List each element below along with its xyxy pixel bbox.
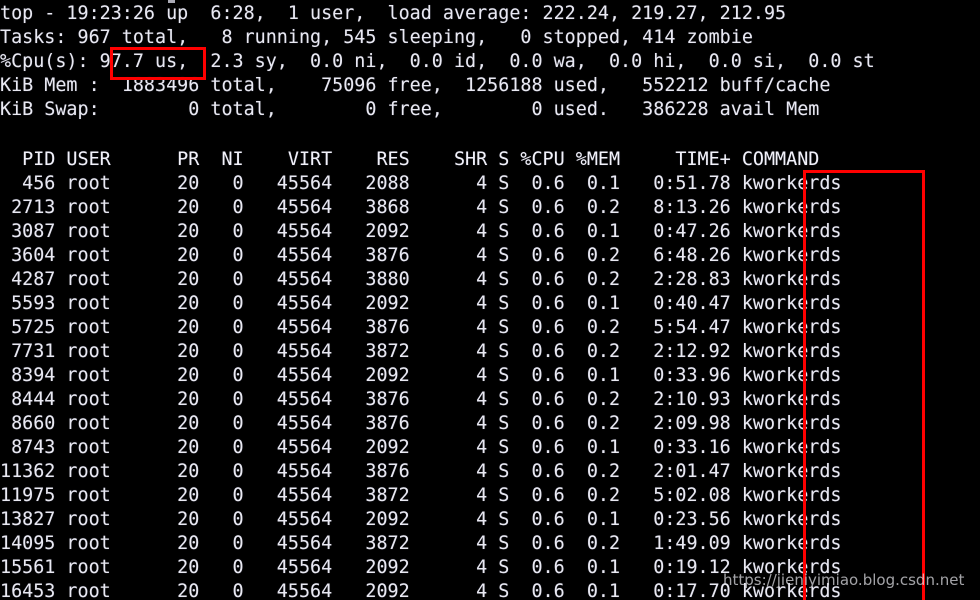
table-row[interactable]: 3087 root 20 0 45564 2092 4 S 0.6 0.1 0:… bbox=[0, 220, 980, 244]
table-row[interactable]: 8743 root 20 0 45564 2092 4 S 0.6 0.1 0:… bbox=[0, 436, 980, 460]
table-row[interactable]: 15561 root 20 0 45564 2092 4 S 0.6 0.1 0… bbox=[0, 556, 980, 580]
table-row[interactable]: 8444 root 20 0 45564 3876 4 S 0.6 0.2 2:… bbox=[0, 388, 980, 412]
top-mem-line: KiB Mem : 1883496 total, 75096 free, 125… bbox=[0, 75, 831, 96]
table-row[interactable]: 11975 root 20 0 45564 3872 4 S 0.6 0.2 5… bbox=[0, 484, 980, 508]
table-row[interactable]: 11362 root 20 0 45564 3876 4 S 0.6 0.2 2… bbox=[0, 460, 980, 484]
table-row[interactable]: 14095 root 20 0 45564 3872 4 S 0.6 0.2 1… bbox=[0, 532, 980, 556]
top-blank-line bbox=[0, 122, 980, 146]
table-row[interactable]: 5725 root 20 0 45564 3876 4 S 0.6 0.2 5:… bbox=[0, 316, 980, 340]
process-table-header: PID USER PR NI VIRT RES SHR S %CPU %MEM … bbox=[0, 149, 820, 170]
table-row[interactable]: 2713 root 20 0 45564 3868 4 S 0.6 0.2 8:… bbox=[0, 196, 980, 220]
table-row[interactable]: 8660 root 20 0 45564 3876 4 S 0.6 0.2 2:… bbox=[0, 412, 980, 436]
top-swap-line: KiB Swap: 0 total, 0 free, 0 used. 38622… bbox=[0, 99, 820, 120]
table-row[interactable]: 3604 root 20 0 45564 3876 4 S 0.6 0.2 6:… bbox=[0, 244, 980, 268]
table-row[interactable]: 456 root 20 0 45564 2088 4 S 0.6 0.1 0:5… bbox=[0, 172, 980, 196]
terminal-window[interactable]: top - 19:23:26 up 6:28, 1 user, load ave… bbox=[0, 0, 980, 600]
top-cpu-line: %Cpu(s): 97.7 us, 2.3 sy, 0.0 ni, 0.0 id… bbox=[0, 51, 875, 72]
table-row[interactable]: 5593 root 20 0 45564 2092 4 S 0.6 0.1 0:… bbox=[0, 292, 980, 316]
top-uptime-line: top - 19:23:26 up 6:28, 1 user, load ave… bbox=[0, 3, 787, 24]
table-row[interactable]: 4287 root 20 0 45564 3880 4 S 0.6 0.2 2:… bbox=[0, 268, 980, 292]
top-tasks-line: Tasks: 967 total, 8 running, 545 sleepin… bbox=[0, 27, 753, 48]
table-row[interactable]: 7731 root 20 0 45564 3872 4 S 0.6 0.2 2:… bbox=[0, 340, 980, 364]
table-row[interactable]: 8394 root 20 0 45564 2092 4 S 0.6 0.1 0:… bbox=[0, 364, 980, 388]
table-row[interactable]: 16453 root 20 0 45564 2092 4 S 0.6 0.1 0… bbox=[0, 580, 980, 600]
table-row[interactable]: 13827 root 20 0 45564 2092 4 S 0.6 0.1 0… bbox=[0, 508, 980, 532]
